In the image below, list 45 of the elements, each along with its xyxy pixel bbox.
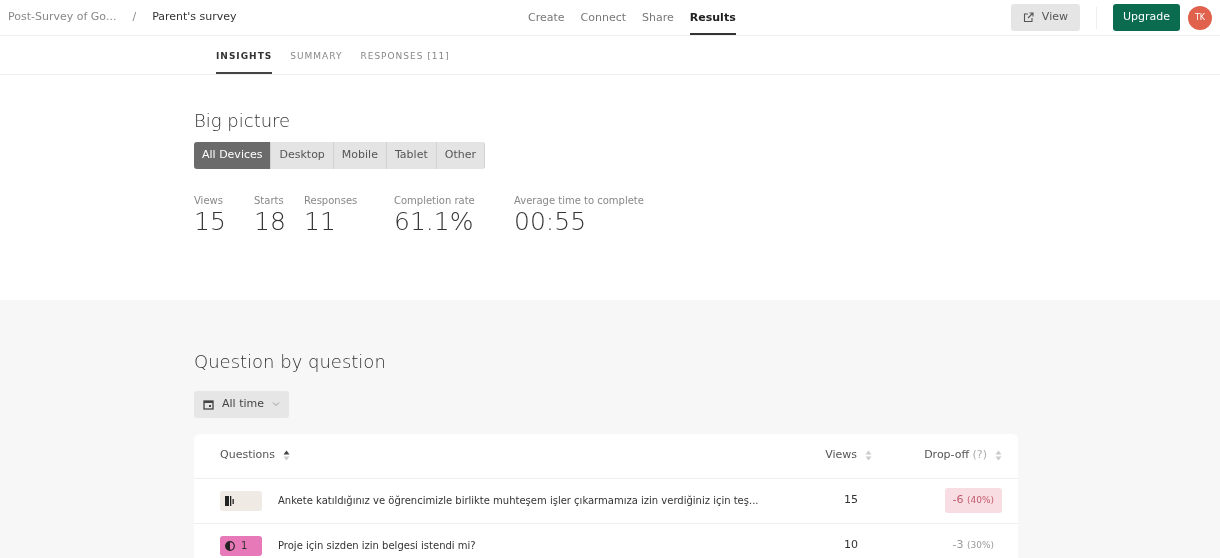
- sort-icon: [865, 450, 872, 461]
- views-count: 10: [843, 537, 859, 554]
- chevron-down-icon: [272, 401, 280, 408]
- stat-value: 15: [194, 207, 227, 235]
- stat-label: Starts: [254, 193, 285, 208]
- stat-label: Views: [194, 193, 224, 208]
- section-heading: Question by question: [194, 350, 387, 374]
- stat-label: Average time to complete: [514, 193, 645, 208]
- breadcrumb-separator: /: [132, 9, 137, 26]
- views-count: 15: [843, 492, 859, 509]
- section-tab[interactable]: INSIGHTS: [216, 37, 273, 74]
- stat-label: Completion rate: [394, 193, 476, 208]
- section-tab[interactable]: SUMMARY: [290, 37, 343, 74]
- dropoff-value: -6 (40%): [944, 488, 1002, 513]
- nav-tab[interactable]: Share: [642, 0, 674, 35]
- device-filter[interactable]: All Devices: [194, 142, 272, 169]
- stat-value: 61.1%: [394, 207, 475, 235]
- stat-value: 18: [254, 207, 287, 235]
- stat-value: 00:55: [514, 207, 588, 235]
- nav-tab[interactable]: Results: [689, 0, 736, 35]
- column-header[interactable]: Views: [825, 447, 857, 464]
- user-avatar[interactable]: TK: [1188, 5, 1212, 30]
- bars-icon: [225, 495, 235, 506]
- column-header[interactable]: Drop-off (?): [924, 447, 987, 464]
- nav-tab[interactable]: Connect: [580, 0, 627, 35]
- section-tab[interactable]: RESPONSES [11]: [360, 37, 450, 74]
- sort-icon: [995, 450, 1002, 461]
- view-button[interactable]: View: [1010, 4, 1080, 31]
- question-text[interactable]: Proje için sizden izin belgesi istendi mi?: [278, 538, 802, 553]
- date-filter-dropdown[interactable]: All time: [194, 391, 289, 418]
- breadcrumb-link[interactable]: Post-Survey of Go...: [8, 9, 117, 26]
- upgrade-button[interactable]: Upgrade: [1112, 4, 1180, 31]
- stat-value: 11: [304, 207, 337, 235]
- nav-tab[interactable]: Create: [528, 0, 565, 35]
- stat-label: Responses: [304, 193, 359, 208]
- calendar-icon: [203, 398, 214, 410]
- breadcrumb-link[interactable]: Parent's survey: [152, 9, 237, 26]
- question-text[interactable]: Ankete katıldığınız ve öğrencimizle birlikte muhteşem işler çıkarmamıza izin verdiğiniz için teş...: [278, 493, 802, 508]
- external-link-icon: [1022, 12, 1034, 23]
- question-number: 1: [241, 539, 248, 553]
- dropoff-value: -3 (30%): [951, 537, 995, 554]
- section-heading: Big picture: [194, 109, 292, 133]
- sort-icon: [282, 450, 290, 461]
- column-header[interactable]: Questions: [220, 447, 275, 464]
- half-circle-icon: [225, 540, 235, 551]
